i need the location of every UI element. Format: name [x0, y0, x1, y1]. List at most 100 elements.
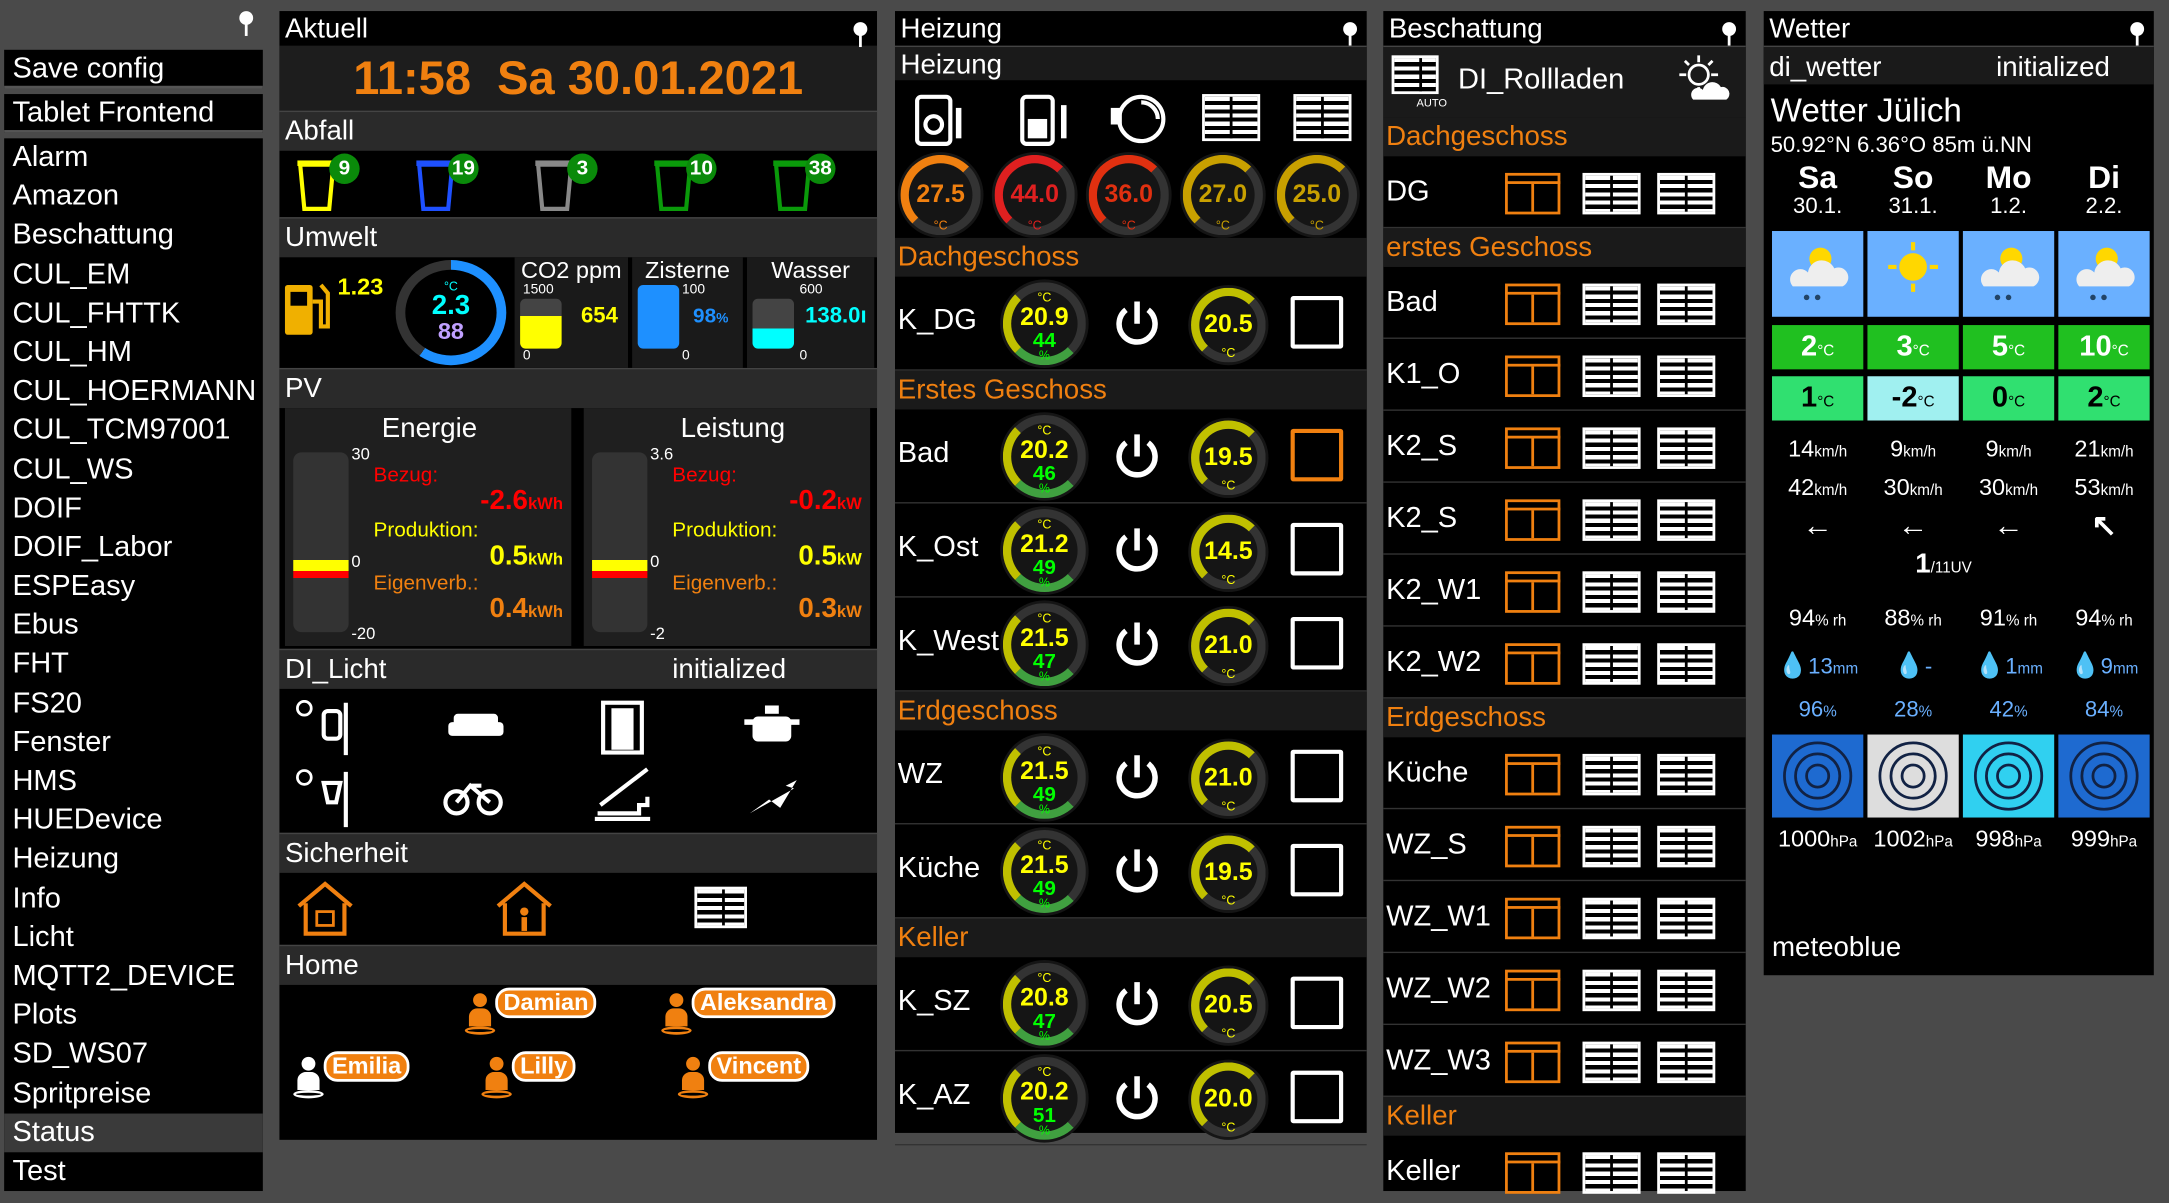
stairs-icon[interactable]: [592, 764, 653, 825]
bicycle-icon[interactable]: [443, 777, 504, 816]
window-icon[interactable]: [1290, 296, 1344, 349]
lamp-switch-icon[interactable]: [293, 769, 357, 828]
power-icon[interactable]: [1114, 620, 1158, 667]
shutter-up-icon[interactable]: [1505, 897, 1561, 940]
power-icon[interactable]: [1114, 847, 1158, 894]
shutter-half-icon[interactable]: [1582, 1152, 1641, 1194]
shutter-up-icon[interactable]: [1505, 499, 1561, 541]
setpoint-gauge[interactable]: 14.5 °C: [1188, 511, 1269, 593]
sidebar-item-test[interactable]: Test: [4, 1152, 263, 1191]
sidebar-item-info[interactable]: Info: [4, 879, 263, 918]
radiator-icon[interactable]: [1293, 94, 1352, 142]
person-icon[interactable]: [464, 993, 496, 1035]
shutter-down-icon[interactable]: [1657, 571, 1716, 613]
sidebar-item-doif[interactable]: DOIF: [4, 489, 263, 528]
shutter-half-icon[interactable]: [1582, 355, 1641, 398]
shutter-down-icon[interactable]: [1657, 499, 1716, 541]
shutter-half-icon[interactable]: [1582, 897, 1641, 940]
shutter-up-icon[interactable]: [1505, 571, 1561, 613]
shutter-half-icon[interactable]: [1582, 969, 1641, 1012]
sidebar-item-fenster[interactable]: Fenster: [4, 723, 263, 762]
sidebar-item-fs20[interactable]: FS20: [4, 684, 263, 723]
sidebar-item-cul_em[interactable]: CUL_EM: [4, 255, 263, 294]
pump-icon[interactable]: [1108, 89, 1172, 150]
shutter-up-icon[interactable]: [1505, 1152, 1561, 1194]
shutter-down-icon[interactable]: [1657, 753, 1716, 796]
pin-icon[interactable]: [238, 11, 255, 36]
shutter-up-icon[interactable]: [1505, 283, 1561, 326]
boiler-icon[interactable]: [912, 89, 973, 150]
shutter-down-icon[interactable]: [1657, 825, 1716, 868]
pin-icon[interactable]: [1342, 22, 1359, 48]
shutter-up-icon[interactable]: [1505, 643, 1561, 685]
person-icon[interactable]: [481, 1056, 512, 1099]
sidebar-item-hms[interactable]: HMS: [4, 762, 263, 801]
window-icon[interactable]: [1290, 1070, 1344, 1124]
shutter-down-icon[interactable]: [1657, 172, 1716, 215]
shutter-down-icon[interactable]: [1657, 1152, 1716, 1194]
window-icon[interactable]: [1290, 522, 1344, 576]
sidebar-item-mqtt2_device[interactable]: MQTT2_DEVICE: [4, 957, 263, 996]
sidebar-item-espeasy[interactable]: ESPEasy: [4, 567, 263, 606]
window-icon[interactable]: [1290, 616, 1344, 670]
power-icon[interactable]: [1114, 753, 1158, 800]
sidebar-item-ebus[interactable]: Ebus: [4, 606, 263, 645]
cooking-pot-icon[interactable]: [744, 703, 800, 747]
pin-icon[interactable]: [2129, 22, 2146, 48]
setpoint-gauge[interactable]: 21.0 °C: [1188, 605, 1269, 687]
shutter-half-icon[interactable]: [1582, 499, 1641, 541]
shutter-down-icon[interactable]: [1657, 355, 1716, 398]
power-icon[interactable]: [1114, 432, 1158, 479]
sidebar-item-amazon[interactable]: Amazon: [4, 177, 263, 216]
shutter-half-icon[interactable]: [1582, 427, 1641, 469]
door-icon[interactable]: [600, 700, 644, 755]
auto-shutter-icon[interactable]: [1391, 55, 1439, 95]
sidebar-item-cul_ws[interactable]: CUL_WS: [4, 450, 263, 489]
power-icon[interactable]: [1114, 526, 1158, 573]
shutter-half-icon[interactable]: [1582, 172, 1641, 215]
window-icon[interactable]: [1290, 976, 1344, 1030]
shutter-up-icon[interactable]: [1505, 825, 1561, 868]
setpoint-gauge[interactable]: 20.0 °C: [1188, 1059, 1269, 1140]
radiator-icon[interactable]: [1202, 94, 1261, 142]
setpoint-gauge[interactable]: 20.5 °C: [1188, 965, 1269, 1046]
person-icon[interactable]: [293, 1056, 324, 1099]
setpoint-gauge[interactable]: 21.0 °C: [1188, 738, 1269, 819]
sidebar-item-licht[interactable]: Licht: [4, 918, 263, 957]
shutter-half-icon[interactable]: [1582, 825, 1641, 868]
shutter-half-icon[interactable]: [1582, 571, 1641, 613]
sidebar-item-spritpreise[interactable]: Spritpreise: [4, 1074, 263, 1113]
sidebar-item-cul_tcm97001[interactable]: CUL_TCM97001: [4, 411, 263, 450]
sofa-icon[interactable]: [448, 708, 504, 741]
sidebar-item-huedevice[interactable]: HUEDevice: [4, 801, 263, 840]
sidebar-item-cul_hoermann[interactable]: CUL_HOERMANN: [4, 372, 263, 411]
sidebar-item-heizung[interactable]: Heizung: [4, 840, 263, 879]
sidebar-item-sd_ws07[interactable]: SD_WS07: [4, 1035, 263, 1074]
person-icon[interactable]: [661, 993, 692, 1035]
shutter-up-icon[interactable]: [1505, 969, 1561, 1012]
house-lock-icon[interactable]: [293, 878, 357, 939]
shutter-down-icon[interactable]: [1657, 969, 1716, 1012]
window-icon[interactable]: [1290, 843, 1344, 897]
setpoint-gauge[interactable]: 19.5 °C: [1188, 417, 1269, 498]
pin-icon[interactable]: [852, 22, 869, 48]
shutter-down-icon[interactable]: [1657, 1041, 1716, 1084]
shutter-down-icon[interactable]: [1657, 643, 1716, 685]
shutter-icon[interactable]: [694, 886, 747, 929]
sidebar-item-doif_labor[interactable]: DOIF_Labor: [4, 528, 263, 567]
person-icon[interactable]: [677, 1056, 709, 1099]
setpoint-gauge[interactable]: 20.5 °C: [1188, 284, 1269, 366]
house-person-icon[interactable]: [492, 878, 556, 939]
shutter-down-icon[interactable]: [1657, 897, 1716, 940]
garden-icon[interactable]: [744, 775, 799, 819]
shutter-up-icon[interactable]: [1505, 1041, 1561, 1084]
window-icon[interactable]: [1290, 428, 1344, 482]
shutter-down-icon[interactable]: [1657, 427, 1716, 469]
window-icon[interactable]: [1290, 749, 1344, 803]
sidebar-item-plots[interactable]: Plots: [4, 996, 263, 1035]
shutter-half-icon[interactable]: [1582, 1041, 1641, 1084]
setpoint-gauge[interactable]: 19.5 °C: [1188, 832, 1269, 913]
shutter-half-icon[interactable]: [1582, 283, 1641, 326]
shutter-half-icon[interactable]: [1582, 643, 1641, 685]
save-config-button[interactable]: Save config: [4, 49, 263, 89]
